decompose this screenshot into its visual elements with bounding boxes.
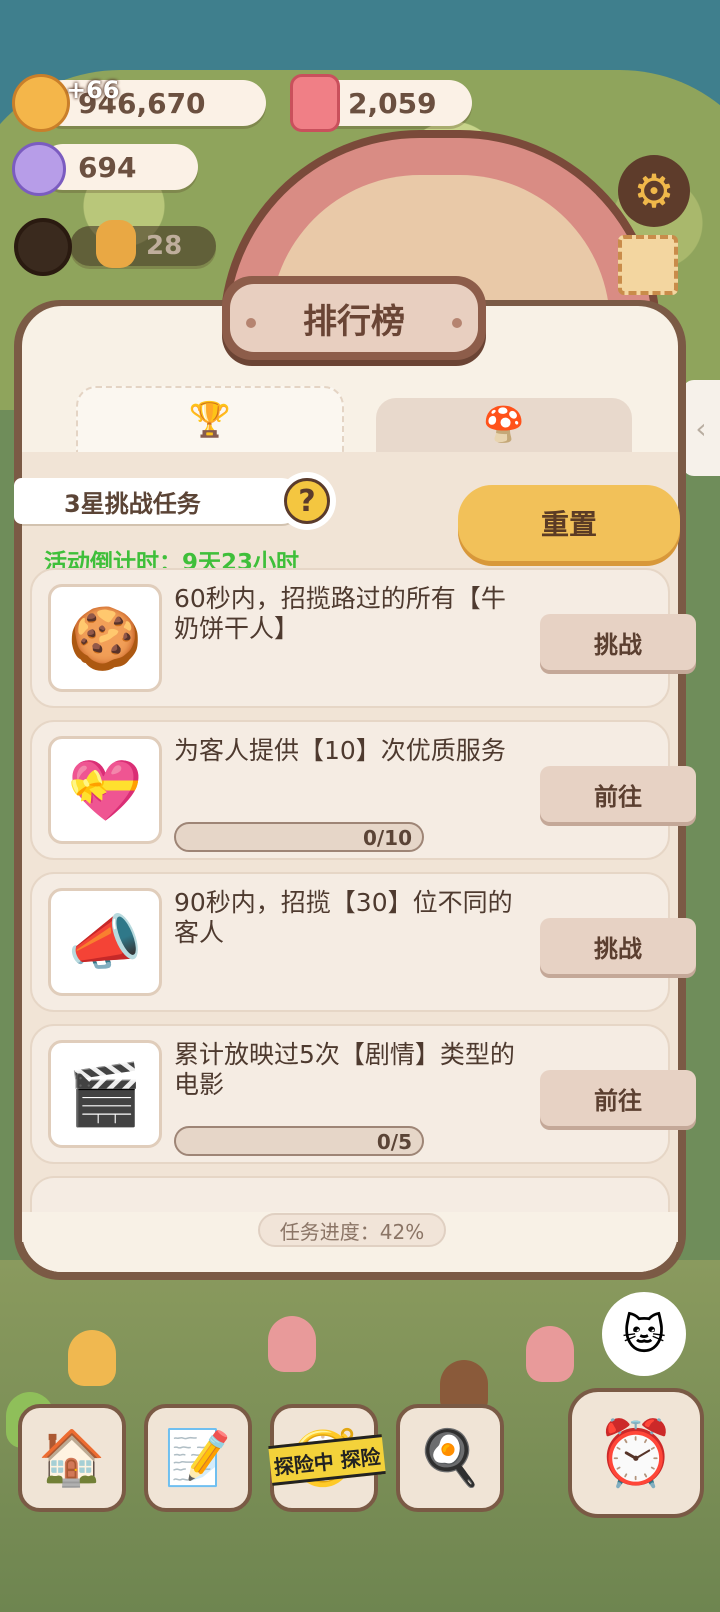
nav-big-clock-button[interactable]: ⏰: [568, 1388, 704, 1518]
sun-badge-icon: [14, 218, 72, 276]
task-progress-bar: 0/5: [174, 1126, 424, 1156]
gem-candy-icon: [12, 142, 66, 196]
panel-title: 排行榜: [303, 301, 405, 342]
task-progress-bar: 0/10: [174, 822, 424, 852]
gems-value: 694: [78, 150, 137, 184]
alarm-clock-icon: ⏰: [596, 1416, 676, 1491]
level-counter[interactable]: 28: [70, 226, 216, 266]
task-button-label: 挑战: [594, 934, 642, 963]
mushroom-house-icon: 🏠: [38, 1426, 106, 1489]
panel-title-plate: 排行榜: [222, 276, 486, 360]
clapperboard-icon: 🎬: [67, 1059, 143, 1130]
candles-value: 2,059: [348, 86, 437, 120]
help-button[interactable]: ?: [278, 472, 336, 530]
customer-speech-bubble[interactable]: 🐱: [602, 1292, 686, 1376]
kitchen-icon: 🍳: [416, 1426, 484, 1489]
task-card: 🎬 累计放映过5次【剧情】类型的电影 前往 0/5: [30, 1024, 696, 1164]
tab-trophy[interactable]: 🏆: [76, 386, 344, 452]
task-go-button[interactable]: 前往: [540, 766, 696, 822]
reset-button[interactable]: 重置: [458, 485, 680, 561]
challenge-label: 3星挑战任务: [64, 489, 201, 518]
side-drawer-handle[interactable]: ‹: [682, 380, 720, 476]
settings-gear-button[interactable]: ⚙: [618, 155, 690, 227]
cookie-character: [526, 1326, 574, 1382]
task-thumbnail: 🎬: [48, 1040, 162, 1148]
task-card: 🍪 60秒内，招揽路过的所有【牛奶饼干人】 挑战: [30, 568, 696, 708]
cookie-person-icon: [96, 220, 136, 268]
task-description: 累计放映过5次【剧情】类型的电影: [174, 1040, 515, 1099]
cookie-plate-icon: 🍪: [67, 603, 143, 674]
gear-icon: ⚙: [633, 164, 675, 218]
heart-cookie-icon: 💝: [67, 755, 143, 826]
task-challenge-button[interactable]: 挑战: [540, 918, 696, 974]
nav-notebook-button[interactable]: 📝: [144, 1404, 252, 1512]
megaphone-cookie-icon: 📣: [67, 907, 143, 978]
task-progress-text: 0/5: [376, 1130, 412, 1154]
mushroom-icon: 🍄: [482, 405, 526, 445]
task-description: 为客人提供【10】次优质服务: [174, 736, 506, 765]
task-card-partial: [30, 1176, 670, 1216]
task-challenge-button[interactable]: 挑战: [540, 614, 696, 670]
task-thumbnail: 🍪: [48, 584, 162, 692]
nav-kitchen-button[interactable]: 🍳: [396, 1404, 504, 1512]
task-description: 90秒内，招揽【30】位不同的客人: [174, 888, 513, 947]
stamp-card-button[interactable]: [618, 235, 678, 295]
notebook-icon: 📝: [164, 1426, 232, 1489]
cookie-character: [268, 1316, 316, 1372]
task-card: 📣 90秒内，招揽【30】位不同的客人 挑战: [30, 872, 696, 1012]
task-go-button[interactable]: 前往: [540, 1070, 696, 1126]
tape-text: 探险中 探险: [272, 1443, 382, 1480]
cookie-coin-icon: [12, 74, 70, 132]
total-progress-text: 任务进度：42%: [279, 1219, 425, 1244]
level-value: 28: [146, 231, 183, 261]
task-progress-text: 0/10: [362, 826, 412, 850]
challenge-label-card: 3星挑战任务: [14, 478, 304, 524]
task-button-label: 前往: [594, 1086, 642, 1115]
task-button-label: 前往: [594, 782, 642, 811]
reset-button-label: 重置: [540, 508, 597, 541]
cookie-character: [68, 1330, 116, 1386]
task-thumbnail: 📣: [48, 888, 162, 996]
coins-gain-popup: +66: [66, 76, 120, 104]
task-description: 60秒内，招揽路过的所有【牛奶饼干人】: [174, 584, 506, 643]
task-thumbnail: 💝: [48, 736, 162, 844]
candle-icon: [290, 74, 340, 132]
nav-mushroom-house-button[interactable]: 🏠: [18, 1404, 126, 1512]
tab-mushroom[interactable]: 🍄: [376, 398, 632, 452]
cat-customer-icon: 🐱: [622, 1309, 666, 1359]
trophy-icon: 🏆: [188, 400, 232, 440]
task-card: 💝 为客人提供【10】次优质服务 前往 0/10: [30, 720, 696, 860]
question-mark-icon: ?: [284, 478, 330, 524]
task-button-label: 挑战: [594, 630, 642, 659]
total-progress-pill: 任务进度：42%: [258, 1213, 446, 1247]
